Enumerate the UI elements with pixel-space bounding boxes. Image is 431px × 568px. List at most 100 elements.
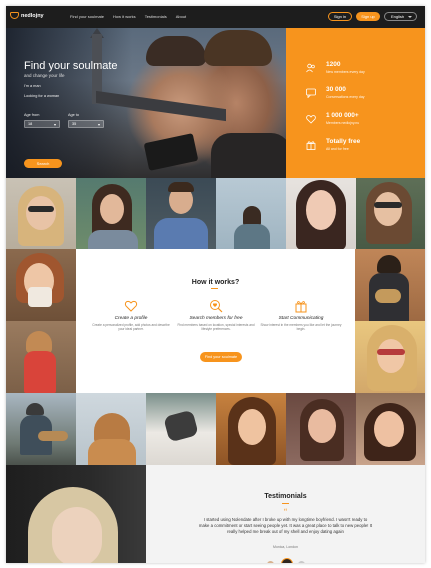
search-button[interactable]: Search — [24, 159, 62, 168]
member-photo[interactable] — [355, 321, 425, 393]
sign-in-button[interactable]: Sign in — [328, 12, 352, 21]
stat-label: All and for free — [326, 147, 349, 151]
stats-panel: 1200 New members every day 30 000 Conver… — [286, 28, 425, 178]
sunglasses-icon — [374, 202, 402, 208]
hero-man-hair — [204, 30, 272, 66]
photo-face — [238, 409, 266, 445]
find-soulmate-button[interactable]: Find your soulmate — [200, 352, 242, 362]
member-photo[interactable] — [356, 178, 425, 249]
gender-select[interactable]: I'm a man — [24, 84, 50, 88]
member-photo[interactable] — [146, 178, 216, 249]
nav-links: Find your soulmate How it works Testimon… — [70, 14, 186, 19]
stat-label: New members every day — [326, 70, 365, 74]
hero-section: Find your soulmate and change your life … — [6, 28, 286, 178]
looking-value: Looking for a woman — [24, 94, 60, 98]
photo-skydiver — [163, 409, 199, 443]
hero-subtitle: and change your life — [24, 73, 65, 78]
photo-hair — [243, 206, 261, 226]
photo-face — [26, 196, 56, 230]
photo-face — [374, 411, 404, 447]
member-photo[interactable] — [286, 178, 356, 249]
step-desc: Find members based on location, special … — [177, 323, 255, 332]
heart-outline-icon — [124, 300, 138, 312]
stat-number: 1200 — [326, 61, 341, 68]
nav-link-testimonials[interactable]: Testimonials — [145, 14, 167, 19]
step-title: Start Communicating — [278, 316, 324, 321]
stat-label: Members nedlojny.nu — [326, 121, 360, 125]
photo-top — [88, 230, 138, 249]
step-create-profile: Create a profile Create a personalized p… — [89, 299, 173, 331]
age-from-select[interactable]: 18 — [24, 120, 60, 128]
top-nav: nedlojny Find your soulmate How it works… — [6, 6, 425, 28]
age-to-label: Age to — [68, 113, 79, 117]
title-underline — [282, 503, 289, 504]
guitar-icon — [375, 289, 401, 303]
gender-value: I'm a man — [24, 84, 41, 88]
avatar-active[interactable] — [281, 558, 293, 563]
member-photo[interactable] — [76, 393, 146, 465]
member-photo[interactable] — [216, 178, 286, 249]
age-to-value: 35 — [72, 122, 77, 126]
users-icon — [306, 63, 315, 73]
stat-number: 30 000 — [326, 86, 346, 93]
photo-face — [52, 507, 102, 563]
member-photo[interactable] — [216, 393, 286, 465]
photo-hair — [168, 182, 194, 192]
testimonials-section: Testimonials “ I started using Nolendate… — [146, 465, 425, 563]
photo-dress — [24, 351, 56, 393]
member-photo[interactable] — [286, 393, 356, 465]
quote-icon: “ — [283, 507, 288, 516]
how-it-works-section: How it works? Create a profile Create a … — [76, 249, 355, 393]
photo-mug — [28, 287, 52, 307]
testimonial-photo — [6, 465, 146, 563]
language-select[interactable]: English — [384, 12, 417, 21]
photo-body — [234, 224, 270, 249]
member-photo[interactable] — [76, 178, 146, 249]
age-to-select[interactable]: 35 — [68, 120, 104, 128]
hero-woman-hair — [146, 36, 206, 66]
logo-mark-icon — [10, 12, 19, 19]
gift-box-icon — [295, 301, 307, 313]
age-from-label: Age from — [24, 113, 40, 117]
logo[interactable]: nedlojny — [10, 12, 44, 19]
member-photo[interactable] — [6, 393, 76, 465]
member-photo[interactable] — [356, 393, 425, 465]
step-start-communicating: Start Communicating Show interest in the… — [259, 299, 343, 331]
gift-icon — [306, 141, 316, 150]
sign-up-button[interactable]: Sign up — [356, 12, 380, 21]
photo-face — [306, 190, 336, 230]
chat-icon — [306, 88, 316, 98]
testimonial-author: Monica, London — [273, 545, 298, 549]
testimonials-title: Testimonials — [264, 493, 307, 500]
looking-for-select[interactable]: Looking for a woman — [24, 94, 74, 98]
member-photo[interactable] — [6, 321, 76, 393]
step-title: Create a profile — [114, 316, 148, 321]
photo-face — [100, 194, 124, 224]
chevron-down-icon — [54, 123, 56, 126]
nav-link-how[interactable]: How it works — [113, 14, 136, 19]
member-photo[interactable] — [355, 249, 425, 321]
heart-icon — [306, 115, 316, 124]
nav-link-find[interactable]: Find your soulmate — [70, 14, 104, 19]
photo-face — [377, 339, 405, 373]
avatar[interactable] — [298, 561, 305, 563]
photo-jacket — [88, 439, 136, 465]
stat-number: 1 000 000+ — [326, 112, 359, 119]
member-photo[interactable] — [6, 178, 76, 249]
nav-link-about[interactable]: About — [176, 14, 186, 19]
title-underline — [211, 288, 218, 289]
search-heart-icon — [210, 300, 223, 313]
stat-number: Totally free — [326, 138, 361, 145]
hero-title: Find your soulmate — [24, 60, 118, 72]
avatar[interactable] — [267, 561, 274, 563]
chevron-down-icon — [408, 15, 412, 18]
photo-hair — [377, 255, 401, 273]
photo-beanie — [26, 403, 44, 415]
member-photo[interactable] — [6, 249, 76, 321]
step-desc: Show interest in the members you like an… — [260, 323, 342, 332]
age-from-value: 18 — [28, 122, 33, 126]
landing-page: nedlojny Find your soulmate How it works… — [6, 6, 425, 563]
how-title: How it works? — [191, 279, 240, 286]
testimonial-text: I started using Nolendate after I broke … — [198, 517, 373, 534]
member-photo[interactable] — [146, 393, 216, 465]
